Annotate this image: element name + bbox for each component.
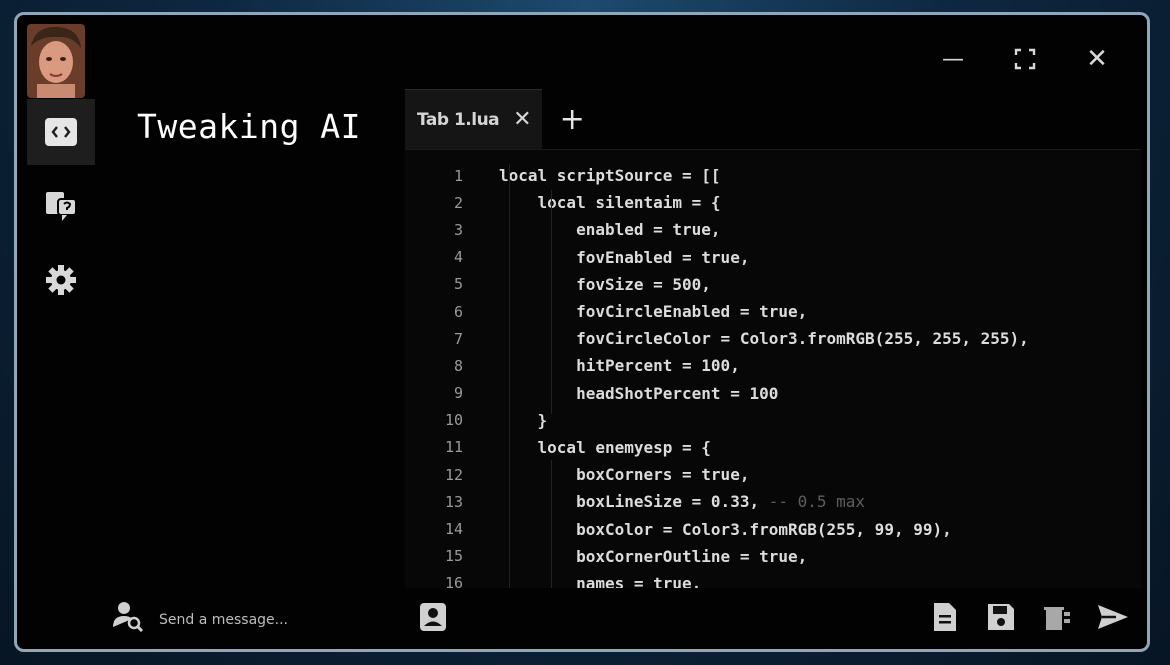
line-number: 11 xyxy=(444,438,463,457)
code-line: 5 fovSize = 500, xyxy=(405,271,1141,298)
code-line: 9 headShotPercent = 100 xyxy=(405,380,1141,407)
chat-bubbles-icon xyxy=(46,192,77,221)
line-number: 8 xyxy=(453,356,463,375)
minimize-button[interactable]: — xyxy=(917,43,989,75)
sidebar-item-chat[interactable] xyxy=(27,173,95,239)
close-button[interactable]: ✕ xyxy=(1061,43,1133,75)
editor-tabbar: Tab 1.lua ✕ + xyxy=(405,89,603,149)
line-number: 12 xyxy=(444,465,463,484)
line-number: 13 xyxy=(444,492,463,511)
code-line: 8 hitPercent = 100, xyxy=(405,352,1141,379)
line-text: local silentaim = { xyxy=(499,193,721,213)
line-number: 7 xyxy=(453,329,463,348)
user-search-icon[interactable] xyxy=(111,599,145,633)
line-text: boxCorners = true, xyxy=(499,465,750,485)
code-line: 11 local enemyesp = { xyxy=(405,434,1141,461)
window-controls: — ✕ xyxy=(917,43,1133,75)
line-number: 1 xyxy=(453,166,463,185)
line-number: 10 xyxy=(444,411,463,430)
tab-label: Tab 1.lua xyxy=(417,109,500,130)
tab-close-icon[interactable]: ✕ xyxy=(513,107,531,132)
line-text: boxLineSize = 0.33, -- 0.5 max xyxy=(499,492,1141,511)
bottom-bar xyxy=(17,587,1147,649)
line-text: fovSize = 500, xyxy=(499,274,711,294)
code-line: 13 boxLineSize = 0.33, -- 0.5 max xyxy=(405,488,1141,515)
line-number: 14 xyxy=(444,520,463,539)
code-lines: 1 local scriptSource = [[ 2 local silenta… xyxy=(405,150,1141,588)
maximize-icon xyxy=(1014,48,1036,70)
tab-1[interactable]: Tab 1.lua ✕ xyxy=(405,89,542,149)
code-line: 3 enabled = true, xyxy=(405,216,1141,243)
code-editor-icon xyxy=(45,118,77,146)
line-text: local enemyesp = { xyxy=(499,437,711,457)
user-card-button[interactable] xyxy=(415,599,451,635)
code-line: 12 boxCorners = true, xyxy=(405,461,1141,488)
line-number: 2 xyxy=(453,193,463,212)
line-text: headShotPercent = 100 xyxy=(499,383,779,403)
user-card-icon xyxy=(420,603,446,631)
sidebar-item-editor[interactable] xyxy=(27,99,95,165)
code-line: 7 fovCircleColor = Color3.fromRGB(255, 2… xyxy=(405,325,1141,352)
line-number: 5 xyxy=(453,275,463,294)
line-number: 6 xyxy=(453,302,463,321)
line-text: fovCircleColor = Color3.fromRGB(255, 255… xyxy=(499,329,1029,349)
code-line: 14 boxColor = Color3.fromRGB(255, 99, 99… xyxy=(405,515,1141,542)
gear-icon xyxy=(46,265,76,295)
app-window: — ✕ Tweaking AI Tab 1.lua ✕ + 1 local sc… xyxy=(14,12,1150,652)
code-line: 4 fovEnabled = true, xyxy=(405,244,1141,271)
code-line: 10 } xyxy=(405,407,1141,434)
send-button[interactable] xyxy=(1095,599,1131,635)
new-file-button[interactable] xyxy=(927,599,963,635)
avatar[interactable] xyxy=(27,24,85,98)
save-icon xyxy=(988,604,1014,630)
file-icon xyxy=(934,603,956,631)
indent-guide xyxy=(551,190,552,414)
line-text: boxColor = Color3.fromRGB(255, 99, 99), xyxy=(499,519,952,539)
line-number: 9 xyxy=(453,384,463,403)
indent-guide xyxy=(551,460,552,588)
line-text: boxCornerOutline = true, xyxy=(499,546,808,566)
line-text: local scriptSource = [[ xyxy=(499,166,721,186)
send-icon xyxy=(1098,605,1128,629)
line-number: 15 xyxy=(444,547,463,566)
save-button[interactable] xyxy=(983,599,1019,635)
code-line: 2 local silentaim = { xyxy=(405,189,1141,216)
message-input[interactable] xyxy=(157,607,381,633)
indent-guide xyxy=(509,164,510,588)
code-line: 16 names = true, xyxy=(405,570,1141,588)
code-editor[interactable]: 1 local scriptSource = [[ 2 local silenta… xyxy=(405,149,1141,588)
line-number: 3 xyxy=(453,220,463,239)
trash-icon xyxy=(1044,607,1070,630)
app-title: Tweaking AI xyxy=(137,107,362,146)
code-line: 15 boxCornerOutline = true, xyxy=(405,543,1141,570)
code-line: 6 fovCircleEnabled = true, xyxy=(405,298,1141,325)
code-line: 1 local scriptSource = [[ xyxy=(405,162,1141,189)
line-text: } xyxy=(499,410,548,430)
maximize-button[interactable] xyxy=(989,43,1061,75)
line-code: boxLineSize = 0.33, xyxy=(499,492,760,512)
line-text: hitPercent = 100, xyxy=(499,356,740,376)
sidebar xyxy=(27,99,95,619)
clear-button[interactable] xyxy=(1039,599,1075,635)
line-text: fovCircleEnabled = true, xyxy=(499,302,808,322)
line-text: enabled = true, xyxy=(499,220,721,240)
add-tab-button[interactable]: + xyxy=(542,89,603,149)
line-text: names = true, xyxy=(499,573,702,588)
sidebar-item-settings[interactable] xyxy=(27,247,95,313)
line-number: 4 xyxy=(453,248,463,267)
line-text: fovEnabled = true, xyxy=(499,247,750,267)
line-number: 16 xyxy=(444,574,463,588)
line-comment: -- 0.5 max xyxy=(759,492,866,512)
